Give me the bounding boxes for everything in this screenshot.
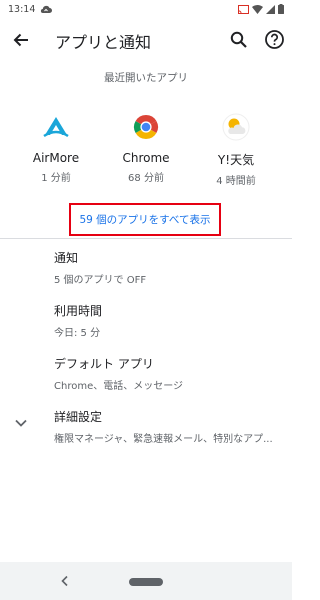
help-icon[interactable] (264, 29, 285, 50)
cast-icon (238, 4, 249, 14)
see-all-apps-button[interactable]: 59 個のアプリをすべて表示 (69, 203, 221, 236)
home-pill[interactable] (129, 578, 163, 586)
pref-default-apps[interactable]: デフォルト アプリ Chrome、電話、メッセージ (54, 355, 284, 392)
cloud-icon (41, 5, 53, 13)
pref-summary: 権限マネージャ、緊急速報メール、特別なアプ... (54, 434, 273, 445)
recent-apps: AirMore 1 分前 Chrome 68 分前 Y!天気 4 時間前 (0, 112, 292, 192)
divider (0, 238, 292, 239)
navigation-bar (0, 562, 292, 600)
app-last-used: 4 時間前 (216, 176, 256, 187)
recent-apps-heading: 最近開いたアプリ (104, 72, 188, 84)
search-icon[interactable] (229, 30, 249, 50)
pref-notifications[interactable]: 通知 5 個のアプリで OFF (54, 249, 284, 286)
battery-icon (278, 4, 284, 14)
app-name: AirMore (32, 151, 80, 165)
pref-summary: 5 個のアプリで OFF (54, 275, 147, 286)
pref-title: 利用時間 (54, 304, 103, 318)
app-last-used: 1 分前 (41, 173, 71, 184)
pref-title: デフォルト アプリ (54, 357, 154, 371)
pref-summary: Chrome、電話、メッセージ (54, 381, 184, 392)
app-name: Y!天気 (217, 153, 255, 167)
wifi-icon (252, 4, 263, 14)
weather-icon (222, 113, 250, 141)
pref-summary: 今日: 5 分 (54, 328, 101, 339)
app-name: Chrome (122, 151, 170, 165)
pref-advanced[interactable]: 詳細設定 権限マネージャ、緊急速報メール、特別なアプ... (54, 408, 284, 445)
back-arrow-icon[interactable] (11, 30, 31, 50)
status-bar: 13:14 (0, 0, 292, 18)
pref-title: 詳細設定 (54, 410, 103, 424)
see-all-apps-label: 59 個のアプリをすべて表示 (79, 214, 211, 226)
app-last-used: 68 分前 (128, 173, 164, 184)
airmore-icon (43, 117, 69, 138)
recent-app-airmore[interactable]: AirMore 1 分前 (16, 112, 96, 184)
recent-app-chrome[interactable]: Chrome 68 分前 (106, 112, 186, 184)
chrome-icon (133, 115, 159, 139)
status-time: 13:14 (8, 3, 36, 15)
nav-back-icon[interactable] (60, 575, 70, 587)
recent-app-yahoo-weather[interactable]: Y!天気 4 時間前 (196, 112, 276, 187)
pref-screen-time[interactable]: 利用時間 今日: 5 分 (54, 302, 284, 339)
app-bar: アプリと通知 (0, 18, 292, 62)
chevron-down-icon[interactable] (13, 415, 29, 431)
pref-title: 通知 (54, 251, 79, 265)
signal-icon (266, 4, 275, 14)
page-title: アプリと通知 (55, 33, 152, 52)
